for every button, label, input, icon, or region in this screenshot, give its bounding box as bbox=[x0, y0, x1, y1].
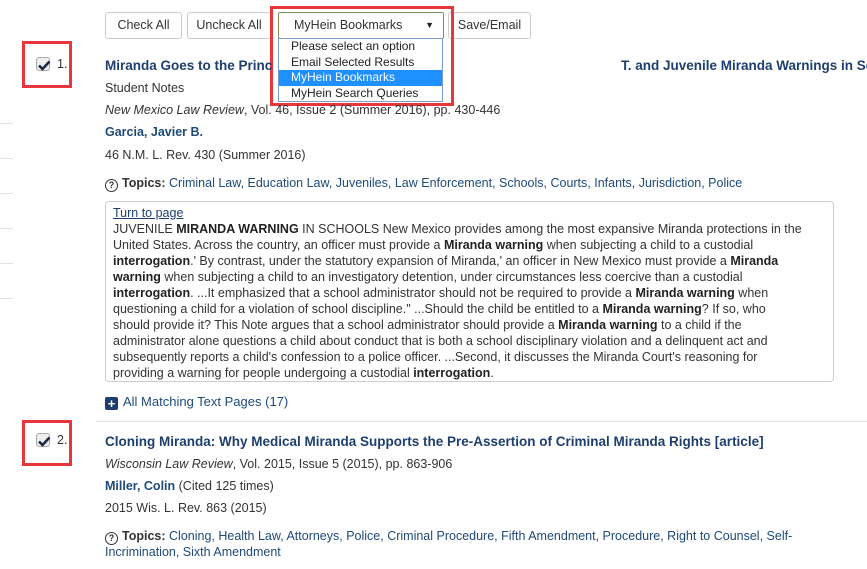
snippet-highlight: interrogation bbox=[113, 286, 191, 300]
checkmark-icon bbox=[38, 436, 51, 447]
snippet-text-run: United States. Across the country, an of… bbox=[113, 238, 444, 252]
snippet-line: interrogation.' By contrast, under the s… bbox=[113, 253, 826, 269]
snippet-text-run: . bbox=[490, 366, 494, 380]
snippet-text-run: providing a warning for people undergoin… bbox=[113, 366, 414, 380]
snippet-highlight: interrogation bbox=[413, 366, 491, 380]
snippet-text-run: when subjecting a child to a custodial bbox=[543, 238, 754, 252]
result-1-author[interactable]: Garcia, Javier B. bbox=[105, 125, 203, 139]
all-matching-pages-link[interactable]: + All Matching Text Pages (17) bbox=[105, 394, 288, 410]
snippet-text-run: . ...It emphasized that a school adminis… bbox=[190, 286, 636, 300]
result-1-section: Student Notes bbox=[105, 81, 185, 95]
result-2-checkbox[interactable] bbox=[36, 433, 51, 447]
snippet-line: should provide it? This Note argues that… bbox=[113, 317, 826, 333]
caret-down-icon: ▼ bbox=[425, 20, 434, 30]
result-1-topics: ? Topics: Criminal Law, Education Law, Ju… bbox=[105, 176, 742, 192]
snippet-text-run: when bbox=[734, 286, 769, 300]
snippet-text: JUVENILE MIRANDA WARNING IN SCHOOLS New … bbox=[113, 221, 826, 381]
topics-label: Topics: bbox=[122, 529, 166, 543]
result-1-title-right[interactable]: T. and Juvenile Miranda Warnings in Scho… bbox=[621, 58, 867, 73]
snippet-highlight: Miranda bbox=[730, 254, 779, 268]
result-2-journal: Wisconsin Law Review, Vol. 2015, Issue 5… bbox=[105, 457, 452, 471]
dropdown-option[interactable]: MyHein Search Queries bbox=[279, 86, 442, 102]
snippet-highlight: MIRANDA WARNING bbox=[176, 222, 299, 236]
result-2-cited: (Cited 125 times) bbox=[175, 479, 274, 493]
snippet-text-run: when subjecting a child to an investigat… bbox=[160, 270, 743, 284]
snippet-highlight: Miranda warning bbox=[443, 238, 544, 252]
snippet-text-run: subsequently reports a child's confessio… bbox=[113, 350, 758, 364]
topics-label: Topics: bbox=[122, 176, 166, 190]
result-2-title[interactable]: Cloning Miranda: Why Medical Miranda Sup… bbox=[105, 434, 764, 449]
snippet-highlight: interrogation bbox=[113, 254, 191, 268]
result-2-journal-name: Wisconsin Law Review bbox=[105, 457, 233, 471]
result-2-topics-continued[interactable]: Incrimination, Sixth Amendment bbox=[105, 545, 281, 559]
result-1-topics-list[interactable]: Criminal Law, Education Law, Juveniles, … bbox=[169, 176, 742, 190]
question-circle-icon[interactable]: ? bbox=[105, 179, 118, 192]
result-1-journal: New Mexico Law Review, Vol. 46, Issue 2 … bbox=[105, 103, 500, 117]
snippet-line: subsequently reports a child's confessio… bbox=[113, 349, 826, 365]
turn-to-page-link[interactable]: Turn to page bbox=[113, 206, 183, 220]
action-select-value: MyHein Bookmarks bbox=[294, 18, 403, 32]
result-2-topics-list[interactable]: Cloning, Health Law, Attorneys, Police, … bbox=[169, 529, 792, 543]
result-2-number: 2. bbox=[57, 433, 68, 447]
snippet-highlight: warning bbox=[113, 270, 161, 284]
dropdown-option-selected[interactable]: MyHein Bookmarks bbox=[279, 70, 442, 86]
result-divider bbox=[96, 421, 867, 422]
result-2-journal-details: , Vol. 2015, Issue 5 (2015), pp. 863-906 bbox=[232, 457, 453, 471]
result-1-journal-name: New Mexico Law Review bbox=[105, 103, 244, 117]
result-1-journal-details: , Vol. 46, Issue 2 (Summer 2016), pp. 43… bbox=[243, 103, 501, 117]
snippet-line: providing a warning for people undergoin… bbox=[113, 365, 826, 381]
plus-square-icon: + bbox=[105, 397, 118, 410]
snippet-highlight: Miranda warning bbox=[635, 286, 735, 300]
result-1-citation: 46 N.M. L. Rev. 430 (Summer 2016) bbox=[105, 148, 306, 162]
result-1-number: 1. bbox=[57, 57, 68, 71]
result-2-citation: 2015 Wis. L. Rev. 863 (2015) bbox=[105, 501, 267, 515]
snippet-text-run: questioning a child for a violation of s… bbox=[113, 302, 603, 316]
result-2-author-line: Miller, Colin (Cited 125 times) bbox=[105, 479, 274, 493]
snippet-line: United States. Across the country, an of… bbox=[113, 237, 826, 253]
check-all-button[interactable]: Check All bbox=[105, 12, 182, 39]
left-panel-edge bbox=[0, 0, 14, 569]
dropdown-option[interactable]: Please select an option bbox=[279, 39, 442, 55]
uncheck-all-button[interactable]: Uncheck All bbox=[187, 12, 271, 39]
snippet-line: interrogation. ...It emphasized that a s… bbox=[113, 285, 826, 301]
dropdown-option[interactable]: Email Selected Results bbox=[279, 55, 442, 71]
snippet-text-run: .' By contrast, under the statutory expa… bbox=[190, 254, 731, 268]
result-2-topics: ? Topics: Cloning, Health Law, Attorneys,… bbox=[105, 529, 792, 545]
snippet-text-run: administrator alone questions a child ab… bbox=[113, 334, 768, 348]
snippet-line: warning when subjecting a child to an in… bbox=[113, 269, 826, 285]
result-1-title-left[interactable]: Miranda Goes to the Princ bbox=[105, 58, 272, 73]
snippet-text-run: to a child if the bbox=[657, 318, 742, 332]
snippet-text-run: ? If so, who bbox=[701, 302, 766, 316]
snippet-text-run: should provide it? This Note argues that… bbox=[113, 318, 559, 332]
result-1-snippet-box: Turn to page JUVENILE MIRANDA WARNING IN… bbox=[105, 201, 834, 382]
snippet-text-run: IN SCHOOLS New Mexico provides among the… bbox=[298, 222, 802, 236]
all-matching-pages-label: All Matching Text Pages (17) bbox=[123, 394, 289, 409]
action-select[interactable]: MyHein Bookmarks ▼ bbox=[278, 12, 444, 39]
snippet-highlight: Miranda warning bbox=[558, 318, 658, 332]
snippet-line: JUVENILE MIRANDA WARNING IN SCHOOLS New … bbox=[113, 221, 826, 237]
question-circle-icon[interactable]: ? bbox=[105, 532, 118, 545]
snippet-text-run: JUVENILE bbox=[113, 222, 177, 236]
save-email-button[interactable]: Save/Email bbox=[448, 12, 531, 39]
checkmark-icon bbox=[38, 60, 51, 71]
snippet-line: questioning a child for a violation of s… bbox=[113, 301, 826, 317]
result-1-checkbox[interactable] bbox=[36, 57, 51, 71]
action-dropdown-list: Please select an option Email Selected R… bbox=[278, 38, 443, 102]
snippet-line: administrator alone questions a child ab… bbox=[113, 333, 826, 349]
snippet-highlight: Miranda warning bbox=[602, 302, 702, 316]
result-2-author[interactable]: Miller, Colin bbox=[105, 479, 175, 493]
